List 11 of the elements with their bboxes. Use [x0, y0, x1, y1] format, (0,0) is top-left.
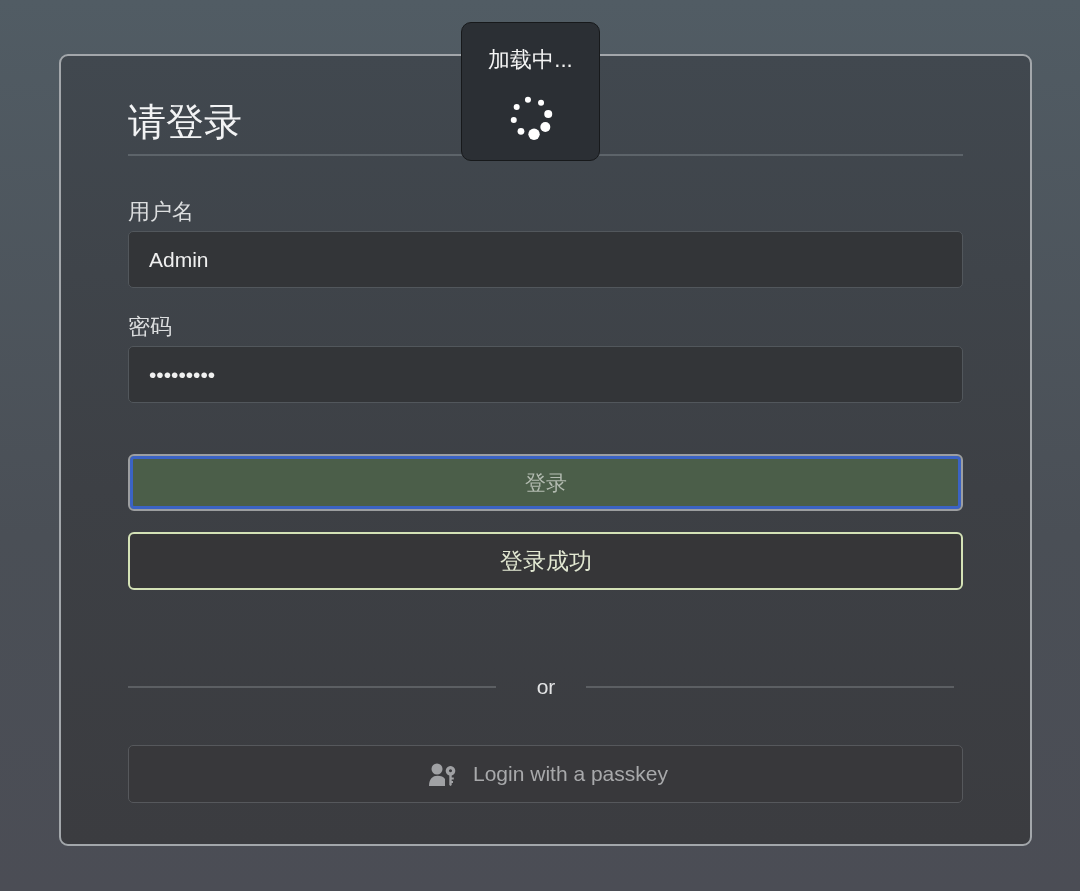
username-field[interactable]: Admin — [128, 231, 963, 288]
password-field[interactable]: ••••••••• — [128, 346, 963, 403]
loading-text: 加载中... — [488, 46, 573, 74]
field-label: 用户名 — [128, 198, 194, 226]
login-button[interactable]: 登录 — [128, 454, 963, 511]
login-title: 请登录 — [128, 100, 242, 145]
field-label: 密码 — [128, 313, 172, 341]
user-key-icon — [429, 762, 456, 786]
divider-text: or — [536, 674, 556, 700]
passkey-login-button[interactable]: Login with a passkey — [128, 745, 963, 803]
success-message: 登录成功 — [128, 532, 963, 590]
